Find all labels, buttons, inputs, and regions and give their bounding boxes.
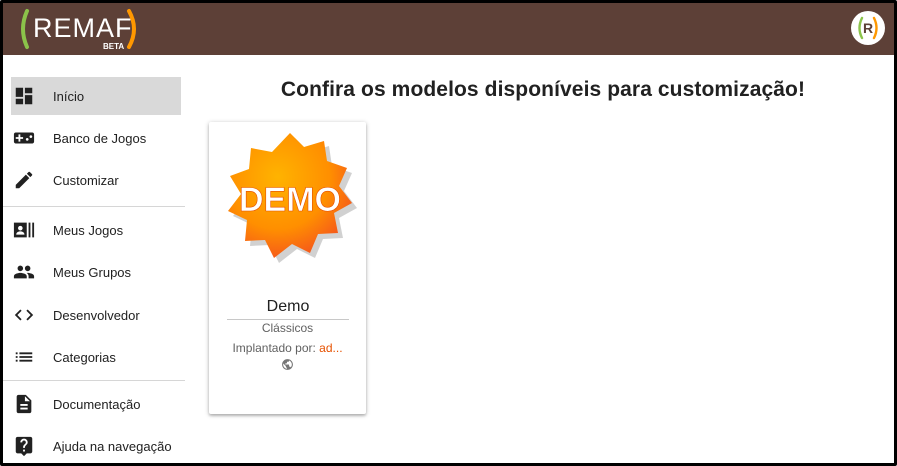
remaf-logo[interactable]: REMAF BETA <box>17 7 147 51</box>
top-app-bar: REMAF BETA R <box>3 3 894 55</box>
sidebar-divider <box>3 380 185 381</box>
sidebar-item-label: Início <box>53 88 85 104</box>
author-prefix: Implantado por: <box>232 341 320 355</box>
sidebar-item-label: Banco de Jogos <box>53 130 147 146</box>
app-window: REMAF BETA R Início Banco de Jogos Custo… <box>0 0 897 466</box>
logo-text: REMAF <box>33 13 133 43</box>
contacts-icon <box>13 219 35 241</box>
code-icon <box>13 304 35 326</box>
card-category: Clássicos <box>261 321 314 335</box>
card-title: Demo <box>227 298 349 320</box>
document-icon <box>13 393 35 415</box>
list-icon <box>13 346 35 368</box>
sidebar-item-customizar[interactable]: Customizar <box>11 161 181 199</box>
globe-icon <box>282 359 293 370</box>
sidebar-nav: Início Banco de Jogos Customizar Meus Jo… <box>3 55 188 463</box>
group-icon <box>13 261 35 283</box>
sidebar-item-label: Meus Jogos <box>53 222 124 238</box>
sidebar-item-label: Ajuda na navegação <box>53 438 172 454</box>
badge-text: DEMO <box>239 181 341 219</box>
author-link[interactable]: ad... <box>319 341 342 355</box>
gamepad-icon <box>13 127 35 149</box>
model-card[interactable]: DEMO Demo Clássicos Implantado por: ad..… <box>209 122 366 414</box>
sidebar-item-banco-de-jogos[interactable]: Banco de Jogos <box>11 119 181 157</box>
sidebar-item-ajuda[interactable]: Ajuda na navegação <box>11 427 181 463</box>
dashboard-icon <box>13 85 35 107</box>
sidebar-item-meus-grupos[interactable]: Meus Grupos <box>11 253 181 291</box>
avatar-letter: R <box>863 20 873 36</box>
sidebar-item-label: Desenvolvedor <box>53 307 140 323</box>
demo-badge-image: DEMO <box>228 133 357 263</box>
sidebar-item-desenvolvedor[interactable]: Desenvolvedor <box>11 296 181 334</box>
sidebar-item-label: Categorias <box>53 349 116 365</box>
sidebar-item-meus-jogos[interactable]: Meus Jogos <box>11 211 181 249</box>
sidebar-divider <box>3 206 185 207</box>
logo-badge: BETA <box>103 42 124 51</box>
sidebar-item-label: Documentação <box>53 396 141 412</box>
sidebar-item-label: Customizar <box>53 172 119 188</box>
user-avatar[interactable]: R <box>851 11 885 45</box>
sidebar-item-label: Meus Grupos <box>53 264 132 280</box>
card-author: Implantado por: ad... <box>209 341 366 355</box>
sidebar-item-categorias[interactable]: Categorias <box>11 338 181 376</box>
sidebar-item-inicio[interactable]: Início <box>11 77 181 115</box>
pencil-icon <box>13 169 35 191</box>
page-title: Confira os modelos disponíveis para cust… <box>280 78 806 101</box>
help-icon <box>13 435 35 457</box>
sidebar-item-documentacao[interactable]: Documentação <box>11 385 181 423</box>
